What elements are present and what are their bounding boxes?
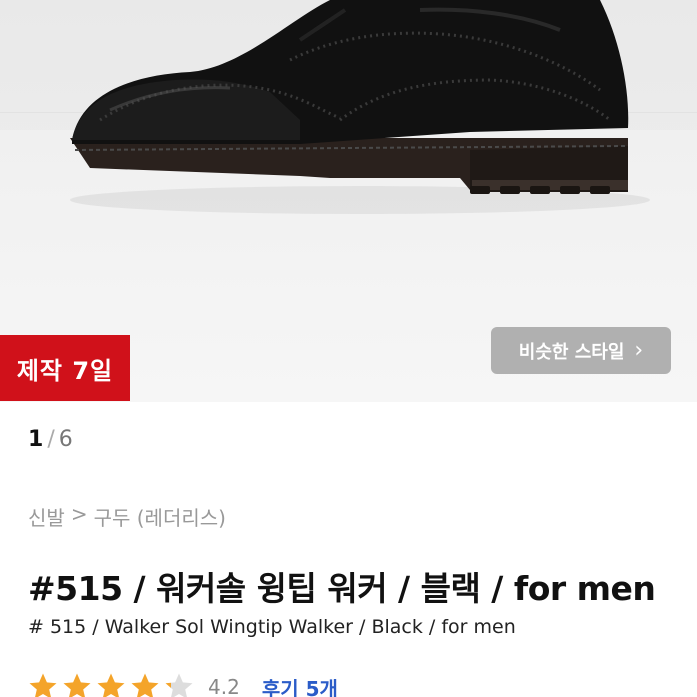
image-pager: 1/6 bbox=[28, 427, 73, 452]
pager-separator: / bbox=[47, 427, 55, 452]
breadcrumb-arrow: > bbox=[70, 502, 88, 526]
production-days-badge: 제작 7일 bbox=[0, 335, 130, 401]
similar-style-label: 비슷한 스타일 bbox=[518, 341, 625, 363]
star-icon bbox=[131, 673, 159, 697]
breadcrumb: 신발 > 구두 (레더리스) bbox=[28, 502, 226, 531]
product-subtitle: # 515 / Walker Sol Wingtip Walker / Blac… bbox=[28, 616, 516, 638]
star-icon bbox=[165, 673, 193, 697]
product-title: #515 / 워커솔 윙팁 워커 / 블랙 / for men bbox=[28, 569, 656, 608]
breadcrumb-subcategory[interactable]: 구두 (레더리스) bbox=[94, 502, 226, 531]
rating-row: 4.2 후기 5개 bbox=[28, 672, 338, 697]
star-rating bbox=[28, 672, 194, 697]
pager-current: 1 bbox=[28, 427, 44, 452]
star-icon bbox=[97, 673, 125, 697]
star-icon bbox=[29, 673, 57, 697]
pager-total: 6 bbox=[58, 427, 73, 452]
rating-value: 4.2 bbox=[208, 675, 240, 697]
chevron-right-icon: › bbox=[634, 337, 644, 363]
similar-style-button[interactable]: 비슷한 스타일 › bbox=[491, 327, 671, 374]
star-icon bbox=[63, 673, 91, 697]
breadcrumb-category[interactable]: 신발 bbox=[28, 502, 65, 531]
review-count-link[interactable]: 후기 5개 bbox=[262, 673, 338, 697]
